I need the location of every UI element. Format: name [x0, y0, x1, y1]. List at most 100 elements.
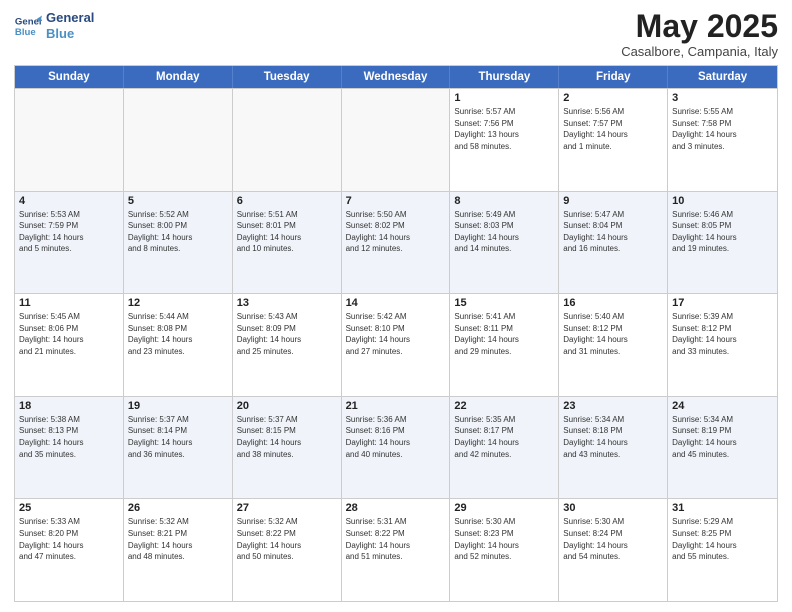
calendar-cell: 18 Sunrise: 5:38 AM Sunset: 8:13 PM Dayli…	[15, 397, 124, 499]
day-number: 2	[563, 92, 663, 104]
calendar-cell: 24 Sunrise: 5:34 AM Sunset: 8:19 PM Dayli…	[668, 397, 777, 499]
calendar-cell: 3Sunrise: 5:55 AM Sunset: 7:58 PM Daylig…	[668, 89, 777, 191]
calendar-body: 1Sunrise: 5:57 AM Sunset: 7:56 PM Daylig…	[15, 88, 777, 601]
month-title: May 2025	[621, 10, 778, 42]
day-info: Sunrise: 5:51 AM Sunset: 8:01 PM Dayligh…	[237, 209, 337, 255]
day-info: Sunrise: 5:45 AM Sunset: 8:06 PM Dayligh…	[19, 311, 119, 357]
day-number: 23	[563, 400, 663, 412]
weekday-header: Tuesday	[233, 66, 342, 88]
day-number: 30	[563, 502, 663, 514]
day-number: 14	[346, 297, 446, 309]
day-info: Sunrise: 5:39 AM Sunset: 8:12 PM Dayligh…	[672, 311, 773, 357]
day-info: Sunrise: 5:32 AM Sunset: 8:22 PM Dayligh…	[237, 516, 337, 562]
day-number: 22	[454, 400, 554, 412]
logo: General Blue General Blue	[14, 10, 94, 41]
day-number: 26	[128, 502, 228, 514]
calendar-header: SundayMondayTuesdayWednesdayThursdayFrid…	[15, 66, 777, 88]
calendar-cell: 21Sunrise: 5:36 AM Sunset: 8:16 PM Dayli…	[342, 397, 451, 499]
day-info: Sunrise: 5:55 AM Sunset: 7:58 PM Dayligh…	[672, 106, 773, 152]
calendar-cell: 4Sunrise: 5:53 AM Sunset: 7:59 PM Daylig…	[15, 192, 124, 294]
day-number: 12	[128, 297, 228, 309]
calendar-cell: 31 Sunrise: 5:29 AM Sunset: 8:25 PM Dayli…	[668, 499, 777, 601]
calendar-cell: 6 Sunrise: 5:51 AM Sunset: 8:01 PM Daylig…	[233, 192, 342, 294]
calendar-cell	[342, 89, 451, 191]
day-info: Sunrise: 5:56 AM Sunset: 7:57 PM Dayligh…	[563, 106, 663, 152]
day-info: Sunrise: 5:38 AM Sunset: 8:13 PM Dayligh…	[19, 414, 119, 460]
day-number: 8	[454, 195, 554, 207]
logo-line2: Blue	[46, 26, 94, 42]
svg-text:Blue: Blue	[15, 26, 36, 37]
day-number: 9	[563, 195, 663, 207]
calendar-week: 25 Sunrise: 5:33 AM Sunset: 8:20 PM Dayli…	[15, 498, 777, 601]
day-info: Sunrise: 5:49 AM Sunset: 8:03 PM Dayligh…	[454, 209, 554, 255]
day-info: Sunrise: 5:35 AM Sunset: 8:17 PM Dayligh…	[454, 414, 554, 460]
day-number: 24	[672, 400, 773, 412]
calendar-cell: 9 Sunrise: 5:47 AM Sunset: 8:04 PM Daylig…	[559, 192, 668, 294]
calendar-cell: 5 Sunrise: 5:52 AM Sunset: 8:00 PM Daylig…	[124, 192, 233, 294]
day-info: Sunrise: 5:43 AM Sunset: 8:09 PM Dayligh…	[237, 311, 337, 357]
day-info: Sunrise: 5:40 AM Sunset: 8:12 PM Dayligh…	[563, 311, 663, 357]
day-number: 15	[454, 297, 554, 309]
logo-icon: General Blue	[14, 12, 42, 40]
weekday-header: Thursday	[450, 66, 559, 88]
day-info: Sunrise: 5:34 AM Sunset: 8:19 PM Dayligh…	[672, 414, 773, 460]
calendar-cell: 11 Sunrise: 5:45 AM Sunset: 8:06 PM Dayli…	[15, 294, 124, 396]
logo-line1: General	[46, 10, 94, 26]
day-number: 31	[672, 502, 773, 514]
day-number: 25	[19, 502, 119, 514]
calendar-cell: 8 Sunrise: 5:49 AM Sunset: 8:03 PM Daylig…	[450, 192, 559, 294]
day-info: Sunrise: 5:34 AM Sunset: 8:18 PM Dayligh…	[563, 414, 663, 460]
day-info: Sunrise: 5:46 AM Sunset: 8:05 PM Dayligh…	[672, 209, 773, 255]
calendar-cell: 15Sunrise: 5:41 AM Sunset: 8:11 PM Dayli…	[450, 294, 559, 396]
day-info: Sunrise: 5:33 AM Sunset: 8:20 PM Dayligh…	[19, 516, 119, 562]
day-number: 27	[237, 502, 337, 514]
calendar-cell: 23 Sunrise: 5:34 AM Sunset: 8:18 PM Dayli…	[559, 397, 668, 499]
day-number: 20	[237, 400, 337, 412]
day-info: Sunrise: 5:47 AM Sunset: 8:04 PM Dayligh…	[563, 209, 663, 255]
day-info: Sunrise: 5:44 AM Sunset: 8:08 PM Dayligh…	[128, 311, 228, 357]
calendar-cell: 1Sunrise: 5:57 AM Sunset: 7:56 PM Daylig…	[450, 89, 559, 191]
svg-text:General: General	[15, 16, 42, 27]
calendar-cell: 2 Sunrise: 5:56 AM Sunset: 7:57 PM Daylig…	[559, 89, 668, 191]
calendar-cell: 10Sunrise: 5:46 AM Sunset: 8:05 PM Dayli…	[668, 192, 777, 294]
day-number: 6	[237, 195, 337, 207]
calendar-cell: 17Sunrise: 5:39 AM Sunset: 8:12 PM Dayli…	[668, 294, 777, 396]
calendar-cell: 26 Sunrise: 5:32 AM Sunset: 8:21 PM Dayli…	[124, 499, 233, 601]
calendar-cell	[124, 89, 233, 191]
day-number: 18	[19, 400, 119, 412]
day-info: Sunrise: 5:52 AM Sunset: 8:00 PM Dayligh…	[128, 209, 228, 255]
calendar-cell: 14Sunrise: 5:42 AM Sunset: 8:10 PM Dayli…	[342, 294, 451, 396]
calendar-cell: 30Sunrise: 5:30 AM Sunset: 8:24 PM Dayli…	[559, 499, 668, 601]
location-subtitle: Casalbore, Campania, Italy	[621, 44, 778, 59]
day-info: Sunrise: 5:36 AM Sunset: 8:16 PM Dayligh…	[346, 414, 446, 460]
calendar-week: 18 Sunrise: 5:38 AM Sunset: 8:13 PM Dayli…	[15, 396, 777, 499]
weekday-header: Saturday	[668, 66, 777, 88]
day-number: 5	[128, 195, 228, 207]
calendar-cell: 16Sunrise: 5:40 AM Sunset: 8:12 PM Dayli…	[559, 294, 668, 396]
day-info: Sunrise: 5:32 AM Sunset: 8:21 PM Dayligh…	[128, 516, 228, 562]
title-block: May 2025 Casalbore, Campania, Italy	[621, 10, 778, 59]
day-info: Sunrise: 5:50 AM Sunset: 8:02 PM Dayligh…	[346, 209, 446, 255]
day-number: 11	[19, 297, 119, 309]
day-info: Sunrise: 5:57 AM Sunset: 7:56 PM Dayligh…	[454, 106, 554, 152]
calendar-cell: 28Sunrise: 5:31 AM Sunset: 8:22 PM Dayli…	[342, 499, 451, 601]
calendar-cell: 12 Sunrise: 5:44 AM Sunset: 8:08 PM Dayli…	[124, 294, 233, 396]
day-number: 13	[237, 297, 337, 309]
day-info: Sunrise: 5:29 AM Sunset: 8:25 PM Dayligh…	[672, 516, 773, 562]
calendar-cell: 19 Sunrise: 5:37 AM Sunset: 8:14 PM Dayli…	[124, 397, 233, 499]
header: General Blue General Blue May 2025 Casal…	[14, 10, 778, 59]
weekday-header: Sunday	[15, 66, 124, 88]
calendar-cell: 22 Sunrise: 5:35 AM Sunset: 8:17 PM Dayli…	[450, 397, 559, 499]
weekday-header: Friday	[559, 66, 668, 88]
day-number: 29	[454, 502, 554, 514]
calendar: SundayMondayTuesdayWednesdayThursdayFrid…	[14, 65, 778, 602]
calendar-week: 4Sunrise: 5:53 AM Sunset: 7:59 PM Daylig…	[15, 191, 777, 294]
day-info: Sunrise: 5:53 AM Sunset: 7:59 PM Dayligh…	[19, 209, 119, 255]
day-info: Sunrise: 5:37 AM Sunset: 8:14 PM Dayligh…	[128, 414, 228, 460]
day-number: 19	[128, 400, 228, 412]
calendar-cell	[233, 89, 342, 191]
page: General Blue General Blue May 2025 Casal…	[0, 0, 792, 612]
calendar-cell: 27 Sunrise: 5:32 AM Sunset: 8:22 PM Dayli…	[233, 499, 342, 601]
calendar-cell: 20Sunrise: 5:37 AM Sunset: 8:15 PM Dayli…	[233, 397, 342, 499]
day-number: 28	[346, 502, 446, 514]
